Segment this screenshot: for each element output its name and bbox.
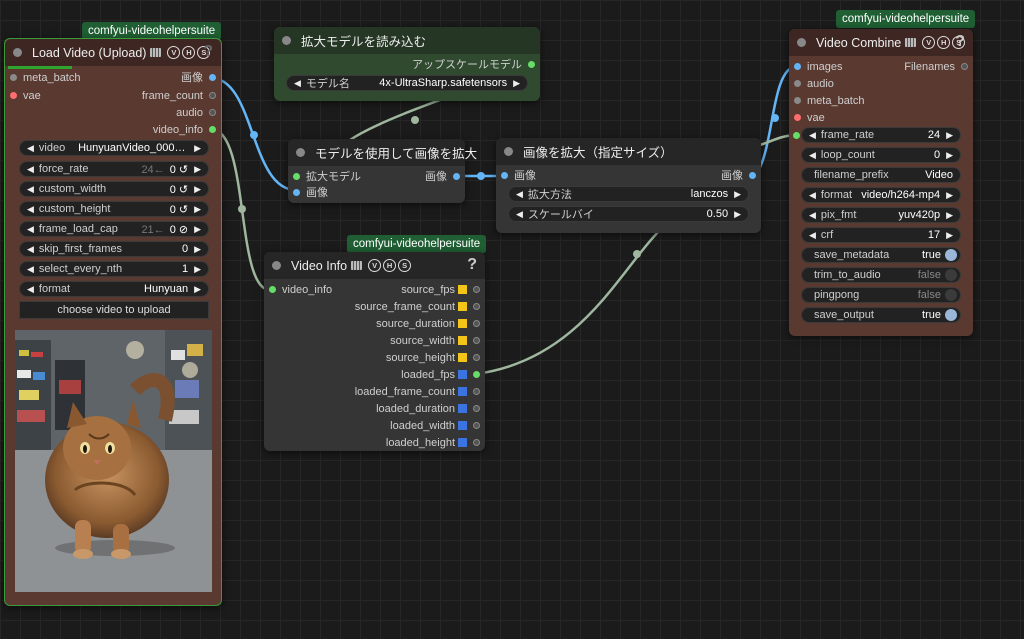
output-loaded-width[interactable]: loaded_width [390, 419, 480, 433]
force-rate-field[interactable]: ◀ force_rate 24← 0 ↺ ▶ [19, 161, 209, 177]
select-every-nth-field[interactable]: ◀ select_every_nth 1 ▶ [19, 261, 209, 277]
load-upscale-model-node[interactable]: 拡大モデルを読み込む アップスケールモデル ◀ モデル名 4x-UltraSharp… [274, 27, 540, 101]
output-source-frame-count[interactable]: source_frame_count [355, 300, 480, 314]
film-icon [150, 48, 162, 57]
input-video-info[interactable]: video_info [269, 283, 332, 297]
model-name-select[interactable]: ◀ モデル名 4x-UltraSharp.safetensors ▶ [286, 75, 528, 91]
input-vae[interactable]: vae [794, 111, 825, 125]
frame-rate-input-dot[interactable] [793, 132, 800, 139]
reroute-dot [250, 131, 258, 139]
reroute-dot [633, 250, 641, 258]
output-frame-count[interactable]: frame_count [142, 89, 216, 103]
image-scale-node[interactable]: 画像を拡大（指定サイズ） 画像 画像 ◀ 拡大方法 lanczos ▶ ◀ スケールバイ… [496, 138, 761, 233]
upscale-method-select[interactable]: ◀ 拡大方法 lanczos ▶ [508, 186, 749, 202]
image-scale-header[interactable]: 画像を拡大（指定サイズ） [496, 138, 761, 165]
upscale-with-model-header[interactable]: モデルを使用して画像を拡大 [288, 139, 477, 166]
load-video-header[interactable]: Load Video (Upload) VHS ? [5, 39, 221, 66]
output-image[interactable]: 画像 [181, 71, 216, 85]
output-video-info[interactable]: video_info [153, 123, 216, 137]
load-upscale-model-header[interactable]: 拡大モデルを読み込む [274, 27, 540, 54]
video-info-header[interactable]: Video Info VHS ? [264, 252, 485, 279]
custom-height-field[interactable]: ◀ custom_height 0 ↺ ▶ [19, 201, 209, 217]
output-filenames[interactable]: Filenames [904, 60, 968, 74]
node-title: 画像を拡大（指定サイズ） [523, 146, 673, 160]
video-combine-header[interactable]: Video Combine VHS ? [789, 29, 973, 56]
save-output-toggle[interactable]: save_output true [801, 307, 961, 323]
output-loaded-duration[interactable]: loaded_duration [376, 402, 480, 416]
loop-count-field[interactable]: ◀ loop_count 0 ▶ [801, 147, 961, 163]
pix-fmt-select[interactable]: ◀ pix_fmt yuv420p ▶ [801, 207, 961, 223]
reroute-dot [411, 116, 419, 124]
collapse-dot[interactable] [504, 147, 513, 156]
output-audio[interactable]: audio [176, 106, 216, 120]
input-upscale-model[interactable]: 拡大モデル [293, 170, 361, 184]
frame-rate-field[interactable]: ◀ frame_rate 24 ▶ [801, 127, 961, 143]
toggle-knob [945, 269, 957, 281]
vhs-badge: VHS [368, 259, 412, 272]
collapse-dot[interactable] [272, 261, 281, 270]
node-title: モデルを使用して画像を拡大 [315, 147, 478, 161]
output-loaded-height[interactable]: loaded_height [386, 436, 480, 450]
help-icon[interactable]: ? [203, 43, 213, 61]
toggle-knob [945, 249, 957, 261]
output-source-fps[interactable]: source_fps [401, 283, 480, 297]
input-vae[interactable]: vae [10, 89, 41, 103]
format-select[interactable]: ◀ format Hunyuan ▶ [19, 281, 209, 297]
pingpong-toggle[interactable]: pingpong false [801, 287, 961, 303]
upscale-with-model-node[interactable]: モデルを使用して画像を拡大 拡大モデル 画像 画像 [288, 139, 477, 203]
node-title: 拡大モデルを読み込む [301, 35, 427, 49]
toggle-knob [945, 309, 957, 321]
video-select[interactable]: ◀ video HunyuanVideo_00002... ▶ [19, 140, 209, 156]
output-loaded-fps[interactable]: loaded_fps [401, 368, 480, 382]
output-image[interactable]: 画像 [425, 170, 460, 184]
video-combine-node[interactable]: Video Combine VHS ? images audio meta_ba… [789, 29, 973, 336]
node-title: Video Combine [816, 35, 902, 50]
output-source-height[interactable]: source_height [386, 351, 480, 365]
output-source-width[interactable]: source_width [390, 334, 480, 348]
output-loaded-frame-count[interactable]: loaded_frame_count [355, 385, 480, 399]
group-tag-video-info: comfyui-videohelpersuite [347, 235, 487, 253]
film-icon [351, 261, 363, 270]
output-image[interactable]: 画像 [721, 169, 756, 183]
input-image[interactable]: 画像 [293, 186, 328, 200]
input-meta-batch[interactable]: meta_batch [10, 71, 80, 85]
output-source-duration[interactable]: source_duration [376, 317, 480, 331]
help-icon[interactable]: ? [467, 256, 477, 274]
help-icon[interactable]: ? [955, 33, 965, 51]
output-upscale-model[interactable]: アップスケールモデル [412, 58, 535, 72]
input-images[interactable]: images [794, 60, 842, 74]
collapse-dot[interactable] [13, 48, 22, 57]
progress-bar [8, 66, 72, 69]
collapse-dot[interactable] [282, 36, 291, 45]
collapse-dot[interactable] [797, 38, 806, 47]
group-tag-video-combine: comfyui-videohelpersuite [836, 10, 976, 28]
reroute-dot [771, 114, 779, 122]
filename-prefix-field[interactable]: filename_prefix Video [801, 167, 961, 183]
reroute-dot [238, 205, 246, 213]
input-meta-batch[interactable]: meta_batch [794, 94, 864, 108]
scale-by-field[interactable]: ◀ スケールバイ 0.50 ▶ [508, 206, 749, 222]
reroute-dot [477, 172, 485, 180]
node-title: Video Info [291, 258, 348, 273]
film-icon [905, 38, 917, 47]
frame-load-cap-field[interactable]: ◀ frame_load_cap 21← 0 ⊘ ▶ [19, 221, 209, 237]
input-image[interactable]: 画像 [501, 169, 536, 183]
toggle-knob [945, 289, 957, 301]
node-title: Load Video (Upload) [32, 45, 147, 60]
choose-video-button[interactable]: choose video to upload [19, 301, 209, 319]
format-select[interactable]: ◀ format video/h264-mp4 ▶ [801, 187, 961, 203]
cat-video-frame [15, 330, 212, 592]
input-audio[interactable]: audio [794, 77, 834, 91]
save-metadata-toggle[interactable]: save_metadata true [801, 247, 961, 263]
crf-field[interactable]: ◀ crf 17 ▶ [801, 227, 961, 243]
trim-to-audio-toggle[interactable]: trim_to_audio false [801, 267, 961, 283]
skip-first-frames-field[interactable]: ◀ skip_first_frames 0 ▶ [19, 241, 209, 257]
custom-width-field[interactable]: ◀ custom_width 0 ↺ ▶ [19, 181, 209, 197]
video-preview [15, 330, 212, 592]
load-video-node[interactable]: Load Video (Upload) VHS ? meta_batch vae… [4, 38, 222, 606]
video-info-node[interactable]: Video Info VHS ? video_info source_fps s… [264, 252, 485, 451]
collapse-dot[interactable] [296, 148, 305, 157]
